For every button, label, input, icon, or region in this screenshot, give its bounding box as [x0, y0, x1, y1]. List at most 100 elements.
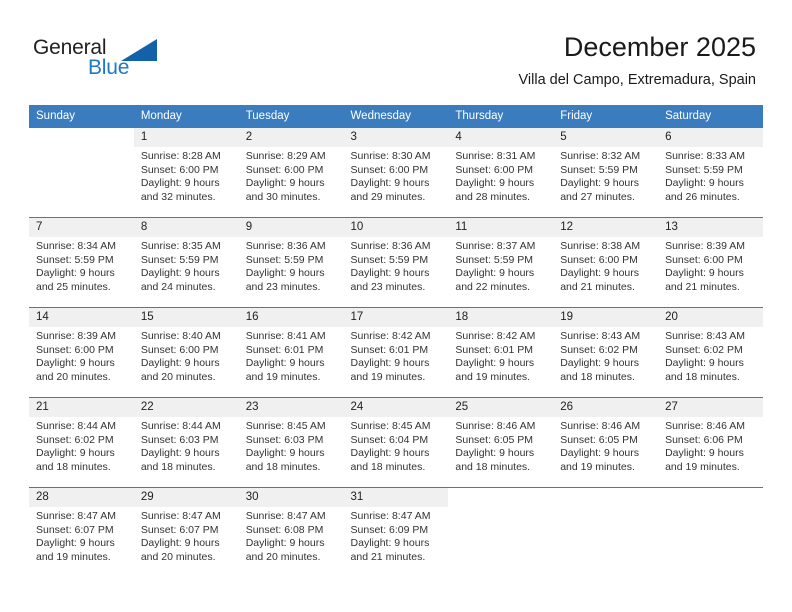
calendar-day-cell[interactable]: 8 Sunrise: 8:35 AM Sunset: 5:59 PM Daylight…: [133, 217, 239, 308]
calendar-day-cell[interactable]: 27 Sunrise: 8:46 AM Sunset: 6:06 PM Dayligh…: [658, 397, 763, 488]
day-number: 15: [133, 308, 239, 327]
calendar-day-cell[interactable]: 30 Sunrise: 8:47 AM Sunset: 6:08 PM Dayligh…: [238, 487, 344, 577]
daylight-text-line1: Daylight: 9 hours: [350, 537, 430, 550]
day-cell-inner: 30 Sunrise: 8:47 AM Sunset: 6:08 PM Dayligh…: [238, 488, 344, 577]
daylight-text-line2: and 19 minutes.: [665, 460, 740, 473]
daylight-text-line1: Daylight: 9 hours: [665, 267, 744, 280]
daylight-text-line1: Daylight: 9 hours: [245, 447, 325, 460]
daylight-text-line1: Daylight: 9 hours: [560, 357, 640, 370]
daylight-text-line2: and 18 minutes.: [245, 460, 321, 473]
weekday-header-monday: Monday: [133, 105, 239, 128]
calendar-day-cell[interactable]: 25 Sunrise: 8:46 AM Sunset: 6:05 PM Dayligh…: [448, 397, 554, 488]
day-details: Sunrise: 8:42 AM Sunset: 6:01 PM Daylight:…: [344, 327, 449, 384]
daylight-text-line2: and 19 minutes.: [350, 370, 426, 383]
sunrise-text: Sunrise: 8:45 AM: [350, 420, 431, 432]
sunrise-text: Sunrise: 8:43 AM: [560, 330, 641, 342]
calendar-day-cell[interactable]: 26 Sunrise: 8:46 AM Sunset: 6:05 PM Dayligh…: [553, 397, 659, 488]
day-number: 14: [29, 308, 134, 327]
sunrise-text: Sunrise: 8:28 AM: [140, 150, 221, 162]
sunset-text: Sunset: 6:00 PM: [665, 253, 743, 266]
calendar-day-cell[interactable]: 21 Sunrise: 8:44 AM Sunset: 6:02 PM Dayligh…: [29, 397, 134, 488]
daylight-text-line2: and 29 minutes.: [350, 190, 426, 203]
calendar-day-cell[interactable]: 28 Sunrise: 8:47 AM Sunset: 6:07 PM Dayligh…: [29, 487, 134, 577]
sunrise-text: Sunrise: 8:47 AM: [350, 510, 431, 522]
calendar-day-cell[interactable]: 4 Sunrise: 8:31 AM Sunset: 6:00 PM Daylight…: [448, 128, 554, 218]
calendar-day-cell[interactable]: 11 Sunrise: 8:37 AM Sunset: 5:59 PM Dayligh…: [448, 217, 554, 308]
daylight-text-line2: and 21 minutes.: [560, 280, 635, 293]
daylight-text-line2: and 20 minutes.: [245, 550, 321, 563]
calendar-day-cell[interactable]: 17 Sunrise: 8:42 AM Sunset: 6:01 PM Dayligh…: [343, 307, 449, 398]
page-subtitle: Villa del Campo, Extremadura, Spain: [518, 72, 757, 88]
general-blue-logo[interactable]: General Blue: [33, 36, 163, 84]
calendar-day-cell[interactable]: 10 Sunrise: 8:36 AM Sunset: 5:59 PM Dayligh…: [343, 217, 449, 308]
day-cell-inner: 1 Sunrise: 8:28 AM Sunset: 6:00 PM Daylight…: [133, 128, 239, 217]
calendar-day-cell[interactable]: 3 Sunrise: 8:30 AM Sunset: 6:00 PM Daylight…: [343, 128, 449, 218]
calendar-day-cell[interactable]: 1 Sunrise: 8:28 AM Sunset: 6:00 PM Daylight…: [133, 128, 239, 218]
daylight-text-line1: Daylight: 9 hours: [245, 177, 325, 190]
day-cell-inner: 2 Sunrise: 8:29 AM Sunset: 6:00 PM Daylight…: [238, 128, 344, 217]
calendar-day-cell[interactable]: 20 Sunrise: 8:43 AM Sunset: 6:02 PM Dayligh…: [658, 307, 763, 398]
daylight-text-line2: and 20 minutes.: [36, 370, 111, 383]
day-cell-inner: 29 Sunrise: 8:47 AM Sunset: 6:07 PM Dayligh…: [133, 488, 239, 577]
calendar-day-cell[interactable]: 14 Sunrise: 8:39 AM Sunset: 6:00 PM Dayligh…: [29, 307, 134, 398]
sunrise-text: Sunrise: 8:42 AM: [350, 330, 431, 342]
sunset-text: Sunset: 6:06 PM: [665, 433, 743, 446]
day-cell-inner: 7 Sunrise: 8:34 AM Sunset: 5:59 PM Daylight…: [29, 218, 134, 307]
daylight-text-line1: Daylight: 9 hours: [36, 267, 115, 280]
calendar-day-cell[interactable]: 6 Sunrise: 8:33 AM Sunset: 5:59 PM Daylight…: [658, 128, 763, 218]
day-cell-inner: 14 Sunrise: 8:39 AM Sunset: 6:00 PM Dayligh…: [29, 308, 134, 397]
daylight-text-line2: and 30 minutes.: [245, 190, 321, 203]
daylight-text-line1: Daylight: 9 hours: [140, 537, 220, 550]
calendar-day-cell[interactable]: 16 Sunrise: 8:41 AM Sunset: 6:01 PM Dayligh…: [238, 307, 344, 398]
daylight-text-line2: and 18 minutes.: [665, 370, 740, 383]
sunrise-text: Sunrise: 8:44 AM: [36, 420, 116, 432]
sunset-text: Sunset: 6:00 PM: [36, 343, 114, 356]
daylight-text-line1: Daylight: 9 hours: [245, 357, 325, 370]
logo-text-blue: Blue: [88, 56, 130, 79]
calendar-day-cell[interactable]: 2 Sunrise: 8:29 AM Sunset: 6:00 PM Daylight…: [238, 128, 344, 218]
day-details: Sunrise: 8:42 AM Sunset: 6:01 PM Daylight:…: [448, 327, 553, 384]
calendar-day-cell[interactable]: 7 Sunrise: 8:34 AM Sunset: 5:59 PM Daylight…: [29, 217, 134, 308]
sunset-text: Sunset: 6:01 PM: [245, 343, 324, 356]
calendar-day-cell[interactable]: 18 Sunrise: 8:42 AM Sunset: 6:01 PM Dayligh…: [448, 307, 554, 398]
daylight-text-line2: and 23 minutes.: [350, 280, 426, 293]
day-cell-inner: 23 Sunrise: 8:45 AM Sunset: 6:03 PM Dayligh…: [238, 398, 344, 487]
sunrise-text: Sunrise: 8:44 AM: [140, 420, 221, 432]
calendar-day-cell[interactable]: 15 Sunrise: 8:40 AM Sunset: 6:00 PM Dayligh…: [133, 307, 239, 398]
calendar-day-cell[interactable]: 31 Sunrise: 8:47 AM Sunset: 6:09 PM Dayligh…: [343, 487, 449, 577]
sunset-text: Sunset: 6:05 PM: [560, 433, 638, 446]
weekday-header-saturday: Saturday: [658, 105, 763, 128]
calendar-page: General Blue December 2025 Villa del Cam…: [0, 0, 792, 612]
day-cell-inner: 6 Sunrise: 8:33 AM Sunset: 5:59 PM Daylight…: [658, 128, 763, 217]
calendar-day-cell[interactable]: 29 Sunrise: 8:47 AM Sunset: 6:07 PM Dayligh…: [133, 487, 239, 577]
sunset-text: Sunset: 6:03 PM: [140, 433, 219, 446]
page-title: December 2025: [563, 32, 756, 62]
day-number: 21: [29, 398, 134, 417]
sunset-text: Sunset: 6:00 PM: [560, 253, 638, 266]
day-details: Sunrise: 8:44 AM Sunset: 6:02 PM Daylight:…: [29, 417, 134, 474]
day-number: 17: [343, 308, 449, 327]
daylight-text-line2: and 18 minutes.: [560, 370, 635, 383]
day-details: Sunrise: 8:34 AM Sunset: 5:59 PM Daylight:…: [29, 237, 134, 294]
calendar-day-cell[interactable]: 23 Sunrise: 8:45 AM Sunset: 6:03 PM Dayligh…: [238, 397, 344, 488]
day-cell-inner: 15 Sunrise: 8:40 AM Sunset: 6:00 PM Dayligh…: [133, 308, 239, 397]
sunset-text: Sunset: 6:00 PM: [245, 163, 324, 176]
sunrise-text: Sunrise: 8:32 AM: [560, 150, 641, 162]
sunset-text: Sunset: 5:59 PM: [245, 253, 324, 266]
calendar-day-cell[interactable]: 9 Sunrise: 8:36 AM Sunset: 5:59 PM Daylight…: [238, 217, 344, 308]
day-number: 16: [238, 308, 344, 327]
sunrise-text: Sunrise: 8:40 AM: [140, 330, 221, 342]
calendar-day-cell[interactable]: 12 Sunrise: 8:38 AM Sunset: 6:00 PM Dayligh…: [553, 217, 659, 308]
day-number: 19: [553, 308, 659, 327]
sunset-text: Sunset: 6:09 PM: [350, 523, 429, 536]
calendar-day-cell[interactable]: 13 Sunrise: 8:39 AM Sunset: 6:00 PM Dayligh…: [658, 217, 763, 308]
calendar-day-cell[interactable]: 5 Sunrise: 8:32 AM Sunset: 5:59 PM Daylight…: [553, 128, 659, 218]
day-number: 30: [238, 488, 344, 507]
calendar-day-cell[interactable]: 19 Sunrise: 8:43 AM Sunset: 6:02 PM Dayligh…: [553, 307, 659, 398]
sunset-text: Sunset: 6:03 PM: [245, 433, 324, 446]
daylight-text-line1: Daylight: 9 hours: [665, 177, 744, 190]
weekday-header-thursday: Thursday: [448, 105, 554, 128]
calendar-day-cell[interactable]: 24 Sunrise: 8:45 AM Sunset: 6:04 PM Dayligh…: [343, 397, 449, 488]
daylight-text-line2: and 25 minutes.: [36, 280, 111, 293]
calendar-day-cell[interactable]: 22 Sunrise: 8:44 AM Sunset: 6:03 PM Dayligh…: [133, 397, 239, 488]
